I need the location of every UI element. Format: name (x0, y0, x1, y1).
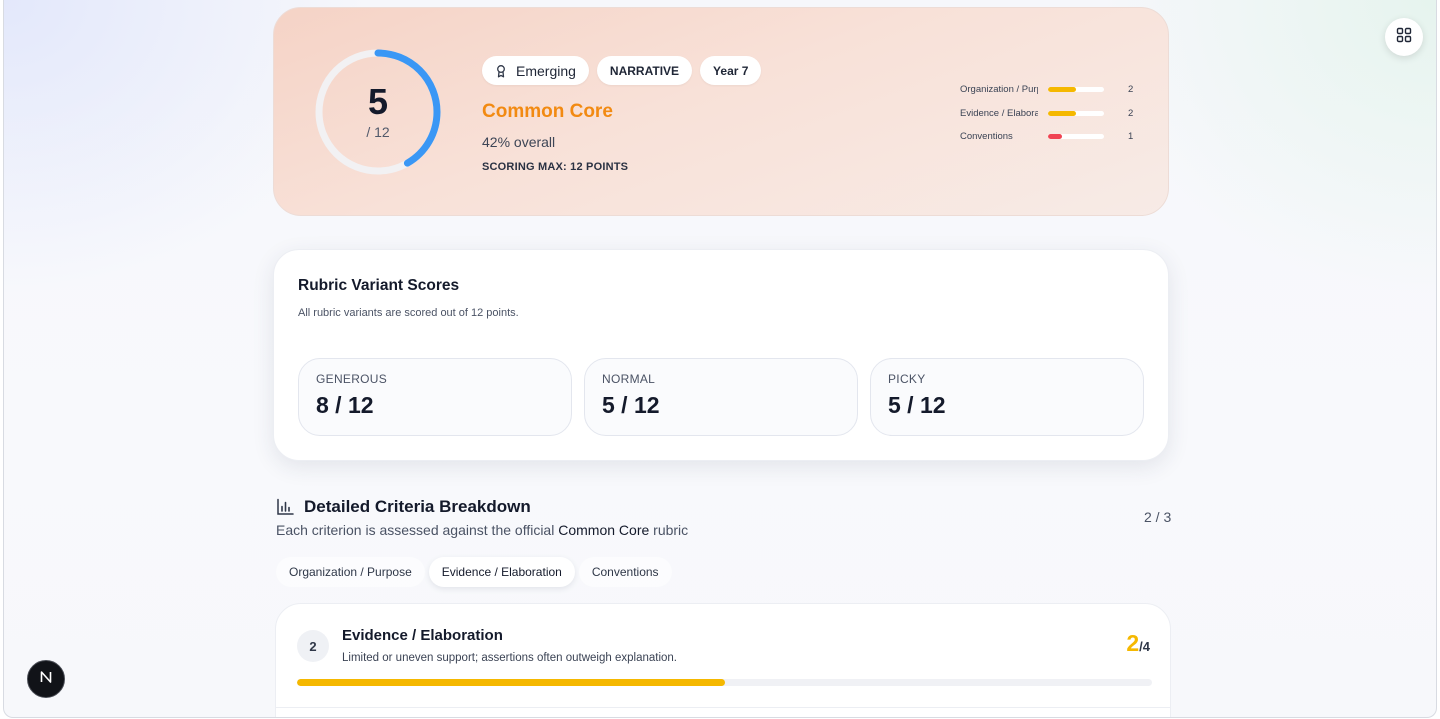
mini-fill (1048, 87, 1076, 92)
variant-score: 5 / 12 (888, 392, 946, 418)
variant-generous: GENEROUS 8 / 12 (298, 358, 572, 436)
rubric-variants-subtitle: All rubric variants are scored out of 12… (298, 307, 519, 319)
criteria-title: Detailed Criteria Breakdown (304, 497, 531, 516)
level-chip-label: Emerging (516, 62, 576, 79)
criteria-page-indicator: 2 / 3 (1144, 509, 1172, 525)
year-chip: Year 7 (700, 56, 762, 85)
variant-normal: NORMAL 5 / 12 (584, 358, 858, 436)
mini-value: 2 (1128, 107, 1134, 119)
criteria-subtitle-prefix: Each criterion is assessed against the o… (276, 522, 559, 538)
tab-evidence-elaboration[interactable]: Evidence / Elaboration (428, 557, 575, 587)
mini-fill (1048, 110, 1076, 116)
score-summary-card: 5 / 12 Emerging NARRATIVE Year 7 Common … (273, 7, 1169, 216)
rubric-variants-title: Rubric Variant Scores (298, 277, 460, 294)
criterion-progress-track (297, 679, 1152, 686)
mini-track (1048, 110, 1104, 116)
criterion-number: 2 (297, 630, 329, 662)
criterion-score: 2/4 (1126, 630, 1150, 657)
criteria-subtitle: Each criterion is assessed against the o… (276, 522, 688, 538)
total-score-max: / 12 (366, 124, 390, 140)
criteria-subtitle-suffix: rubric (649, 522, 689, 538)
mini-track (1048, 87, 1104, 92)
n-logo-icon (38, 669, 54, 690)
mini-value: 2 (1128, 84, 1134, 95)
mini-label: Conventions (960, 131, 1013, 142)
variant-label: NORMAL (602, 372, 656, 386)
total-score: 5 (367, 81, 389, 122)
mini-value: 1 (1128, 131, 1134, 142)
tag-chips: Emerging NARRATIVE Year 7 (482, 56, 762, 85)
criterion-score-value: 2 (1126, 630, 1140, 656)
mini-fill (1048, 134, 1062, 139)
grid-menu-button[interactable] (1385, 18, 1423, 56)
rubric-variants-card: Rubric Variant Scores All rubric variant… (273, 249, 1169, 461)
variant-label: PICKY (888, 372, 926, 386)
mini-row-organization: Organization / Purpose 2 (960, 82, 1140, 106)
variant-score: 5 / 12 (602, 392, 660, 418)
tab-organization-purpose[interactable]: Organization / Purpose (276, 557, 425, 587)
variant-picky: PICKY 5 / 12 (870, 358, 1144, 436)
variant-label: GENEROUS (316, 372, 388, 386)
genre-chip: NARRATIVE (596, 56, 693, 85)
overall-percent: 42% overall (482, 134, 556, 150)
criterion-detail-card: 2 Evidence / Elaboration Limited or unev… (275, 603, 1171, 717)
divider (276, 707, 1170, 708)
mini-row-evidence: Evidence / Elaboration 2 (960, 106, 1140, 130)
criterion-title: Evidence / Elaboration (342, 627, 503, 644)
award-icon (494, 64, 508, 78)
mini-label: Evidence / Elaboration (960, 107, 1038, 119)
dev-tools-button[interactable] (27, 660, 65, 698)
criterion-progress-fill (297, 679, 725, 686)
criteria-mini-bars: Organization / Purpose 2 Evidence / Elab… (960, 82, 1140, 153)
criteria-subtitle-rubric: Common Core (558, 522, 650, 538)
criteria-header: Detailed Criteria Breakdown (276, 497, 531, 517)
variant-score: 8 / 12 (316, 392, 374, 418)
criterion-score-max: /4 (1139, 639, 1150, 654)
tab-conventions[interactable]: Conventions (578, 557, 672, 587)
criteria-tabs: Organization / Purpose Evidence / Elabor… (276, 557, 672, 587)
criterion-description: Limited or uneven support; assertions of… (342, 652, 677, 664)
grid-icon (1396, 27, 1412, 48)
mini-label: Organization / Purpose (960, 84, 1038, 95)
app-frame: 5 / 12 Emerging NARRATIVE Year 7 Common … (3, 0, 1437, 718)
scoring-max: SCORING MAX: 12 POINTS (482, 161, 629, 173)
mini-track (1048, 134, 1104, 139)
variant-list: GENEROUS 8 / 12 NORMAL 5 / 12 PICKY 5 / … (298, 358, 1144, 436)
score-ring: 5 / 12 (314, 48, 442, 176)
mini-row-conventions: Conventions 1 (960, 129, 1140, 153)
rubric-name: Common Core (482, 101, 613, 122)
bar-chart-icon (276, 498, 294, 516)
level-chip: Emerging (482, 56, 589, 85)
